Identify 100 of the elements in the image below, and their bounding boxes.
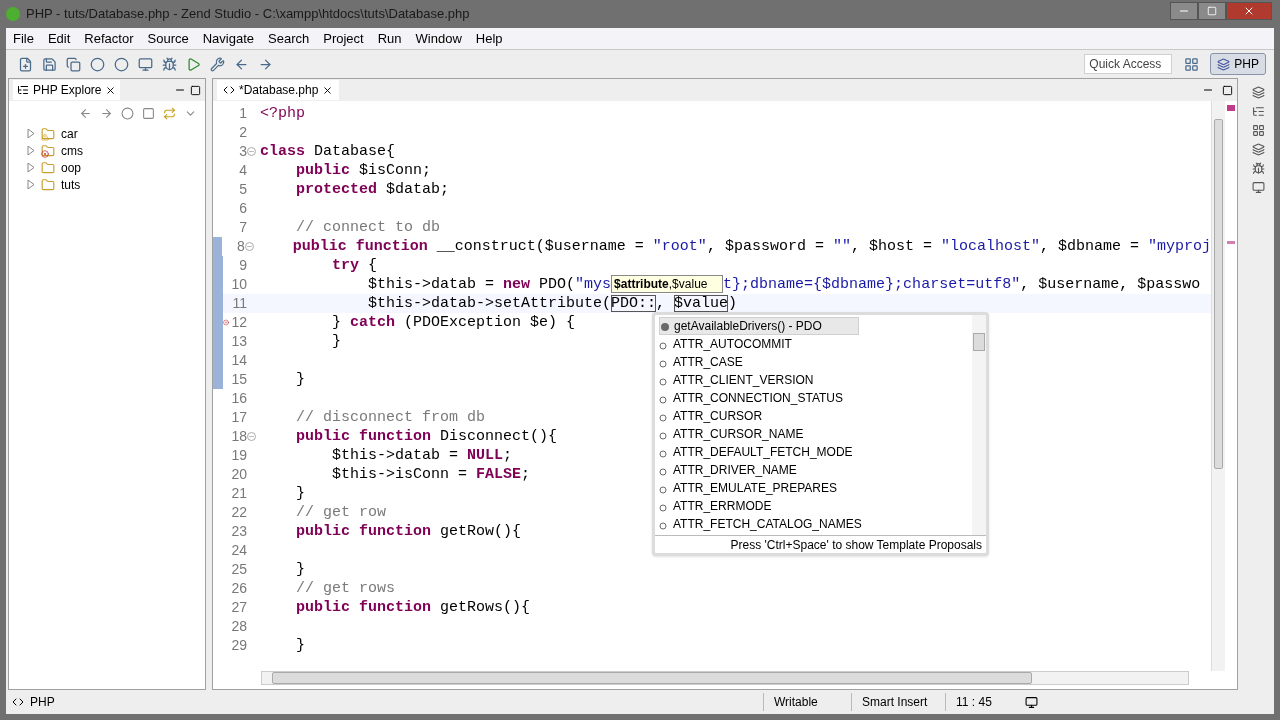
completion-item[interactable]: ATTR_DEFAULT_FETCH_MODE [659, 443, 889, 461]
completion-item[interactable]: ATTR_ERRMODE [659, 497, 808, 515]
forward-icon[interactable] [100, 106, 113, 120]
code-token: protected [295, 181, 378, 198]
code-token: , [656, 295, 667, 312]
project-name[interactable]: cms [61, 141, 83, 160]
layers-icon [1217, 57, 1231, 71]
code-token: (PDOException $e) { [403, 314, 576, 331]
quick-access-field[interactable]: Quick Access [1084, 54, 1173, 74]
code-icon [12, 696, 24, 708]
maximize-icon[interactable] [1222, 84, 1233, 96]
minimize-button[interactable] [1170, 2, 1198, 20]
completion-item[interactable]: getAvailableDrivers() - PDO [659, 317, 859, 335]
bug-icon[interactable] [1251, 162, 1265, 175]
completion-item[interactable]: ATTR_FETCH_CATALOG_NAMES [659, 515, 898, 533]
line-number: 12 [230, 313, 247, 332]
app-logo-icon [6, 7, 20, 21]
maximize-icon [1207, 6, 1217, 16]
menu-item[interactable]: Source [140, 28, 196, 49]
completion-item[interactable]: ATTR_CASE [659, 353, 779, 371]
code-token: public [295, 523, 350, 540]
back-icon[interactable] [79, 106, 92, 120]
completion-item[interactable]: ATTR_EMULATE_PREPARES [659, 479, 874, 497]
editor-tab[interactable]: *Database.php [217, 80, 340, 100]
completion-item[interactable]: ATTR_CURSOR [659, 407, 799, 425]
explorer-tab[interactable]: PHP Explore [13, 80, 121, 100]
code-token: "localhost" [940, 238, 1040, 255]
menu-item[interactable]: Edit [40, 28, 78, 49]
horizontal-scrollbar[interactable] [261, 671, 1189, 685]
menu-item[interactable]: Help [468, 28, 510, 49]
project-name[interactable]: oop [61, 158, 82, 177]
code-token: Disconnect(){ [439, 428, 558, 445]
completion-item[interactable]: ATTR_AUTOCOMMIT [659, 335, 828, 353]
menu-item[interactable]: Run [370, 28, 409, 49]
close-icon [1243, 5, 1255, 17]
close-icon [322, 84, 334, 96]
popup-scrollbar[interactable] [972, 315, 986, 535]
code-token: function [358, 523, 432, 540]
line-number: 22 [230, 503, 247, 522]
code-token: // get row [295, 504, 387, 521]
completion-item[interactable]: ATTR_DRIVER_NAME [659, 461, 833, 479]
linked-field[interactable]: $value [674, 295, 729, 312]
expand-arrow-icon[interactable] [27, 129, 37, 138]
maximize-icon[interactable] [190, 84, 201, 96]
circle-icon[interactable] [121, 106, 134, 120]
project-name[interactable]: tuts [61, 175, 81, 194]
line-number: 14 [230, 351, 247, 370]
collapse-all-icon[interactable] [142, 106, 155, 120]
method-icon [660, 320, 672, 332]
monitor-icon[interactable] [1251, 181, 1265, 194]
line-number: 13 [230, 332, 247, 351]
menu-item[interactable]: Refactor [77, 28, 141, 49]
perspective-button[interactable]: PHP [1210, 53, 1266, 75]
code-token: ; [503, 447, 513, 464]
line-number: 4 [238, 161, 247, 180]
project-folder-icon [41, 160, 57, 175]
code-token: $datab; [385, 181, 450, 198]
maximize-button[interactable] [1198, 2, 1226, 20]
code-token: PDO( [538, 276, 576, 293]
code-token: getRow(){ [439, 523, 522, 540]
line-number: 29 [230, 636, 247, 655]
link-icon[interactable] [163, 106, 176, 120]
code-token: Database{ [313, 143, 396, 160]
line-number: 28 [230, 617, 247, 636]
close-icon [105, 84, 117, 96]
line-number: 15 [230, 370, 247, 389]
code-token: { [367, 257, 378, 274]
menu-item[interactable]: Project [316, 28, 371, 49]
code-token: $this->datab = [367, 276, 496, 293]
line-number: 6 [238, 199, 247, 218]
status-insert-mode: Smart Insert [851, 693, 945, 711]
code-token: } [295, 371, 305, 388]
menu-item[interactable]: Search [261, 28, 317, 49]
completion-item[interactable]: ATTR_CONNECTION_STATUS [659, 389, 879, 407]
status-icon [1025, 695, 1038, 709]
code-token: function [358, 599, 432, 616]
menu-item[interactable]: Window [408, 28, 469, 49]
line-number: 11 [231, 294, 247, 313]
overview-marker [1227, 105, 1235, 111]
line-number: 18 [230, 427, 247, 446]
expand-arrow-icon[interactable] [27, 180, 37, 189]
completion-item[interactable]: ATTR_CURSOR_NAME [659, 425, 840, 443]
outline-icon[interactable] [1251, 105, 1265, 118]
vertical-scrollbar[interactable] [1211, 101, 1225, 671]
grid-icon[interactable] [1251, 124, 1265, 137]
project-name[interactable]: car [61, 124, 78, 143]
line-number: 26 [230, 579, 247, 598]
completion-item[interactable]: ATTR_CLIENT_VERSION [659, 371, 850, 389]
line-number: 23 [230, 522, 247, 541]
menu-item[interactable]: File [6, 28, 41, 49]
expand-arrow-icon[interactable] [27, 163, 37, 172]
line-number: 27 [230, 598, 247, 617]
linked-field[interactable]: PDO:: [611, 295, 657, 312]
code-token: ; [521, 466, 531, 483]
line-number: 24 [230, 541, 247, 560]
expand-arrow-icon[interactable] [27, 146, 37, 155]
line-number: 20 [230, 465, 247, 484]
code-token: } [331, 314, 342, 331]
code-token: // get rows [295, 580, 396, 597]
menu-item[interactable]: Navigate [195, 28, 261, 49]
